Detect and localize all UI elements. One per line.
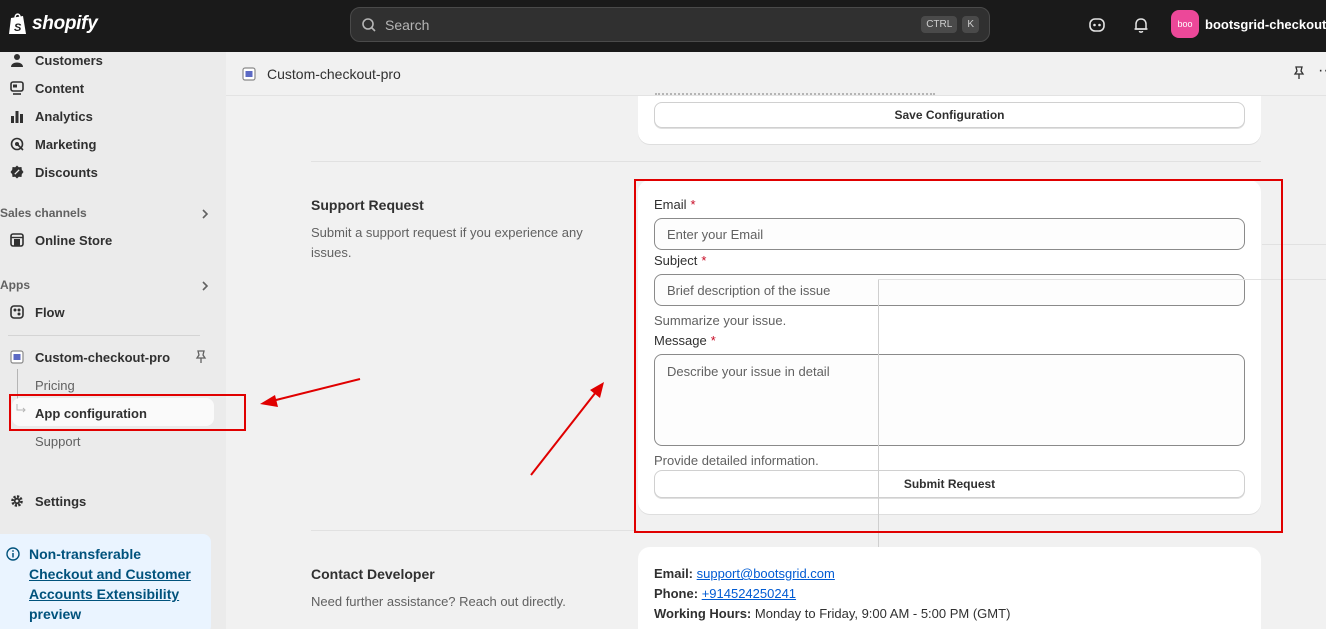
annotation-arrows bbox=[260, 378, 604, 476]
arrow-to-sidebar bbox=[260, 378, 361, 407]
arrow-to-form bbox=[530, 382, 604, 476]
